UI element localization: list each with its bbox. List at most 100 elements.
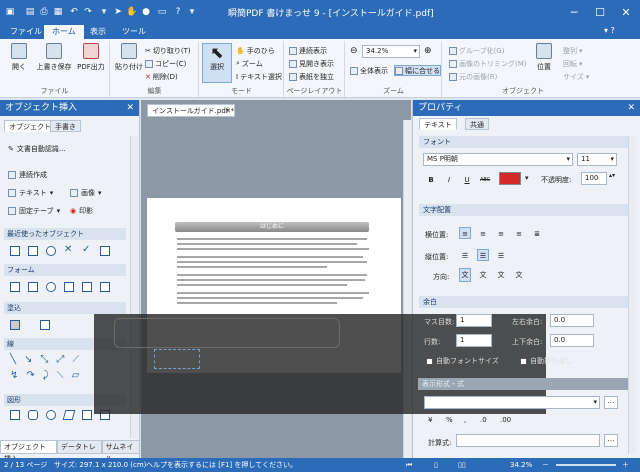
text-select-button[interactable]: I テキスト選択: [236, 71, 282, 82]
window-icon[interactable]: ▭: [156, 5, 168, 18]
auto-wrap-checkbox[interactable]: 自動折り返し: [520, 356, 572, 366]
stamp-button[interactable]: ◉ 印影: [70, 206, 93, 216]
whole-page-button[interactable]: 全体表示: [350, 65, 388, 76]
fill-icon[interactable]: [10, 320, 20, 330]
trim-image-button[interactable]: 画像のトリミング(M): [449, 58, 527, 69]
dropdown-icon[interactable]: ▾: [98, 5, 110, 18]
tab-common[interactable]: 共通: [465, 118, 489, 130]
yen-format[interactable]: ¥: [428, 416, 432, 424]
formula-input[interactable]: [456, 434, 600, 447]
rotated-text-2-icon[interactable]: 文: [513, 268, 525, 282]
tab-view[interactable]: 表示: [82, 25, 114, 39]
delete-button[interactable]: ✕ 削除(D): [145, 71, 178, 82]
rect-shape-icon[interactable]: [28, 246, 38, 256]
close-icon[interactable]: ✕: [126, 100, 134, 116]
selected-object[interactable]: [154, 349, 200, 369]
comma-format[interactable]: ,: [464, 416, 466, 424]
maximize-button[interactable]: ☐: [588, 3, 612, 21]
first-page-icon[interactable]: ⏮: [406, 458, 412, 472]
listbox-icon[interactable]: [64, 282, 74, 292]
zoom-in-icon[interactable]: ＋: [622, 458, 629, 472]
group-button[interactable]: グループ化(G): [449, 45, 504, 56]
checkbox-form-icon[interactable]: [28, 282, 38, 292]
text-shape-icon[interactable]: [10, 246, 20, 256]
underline-button[interactable]: U: [461, 173, 473, 185]
recent-objects-section[interactable]: 最近使ったオブジェクト: [4, 228, 126, 240]
hand-icon[interactable]: ✋: [126, 5, 138, 18]
rounded-rect-icon[interactable]: [28, 410, 38, 420]
auto-font-size-checkbox[interactable]: 自動フォントサイズ: [426, 356, 499, 366]
decimal-decrease-format[interactable]: .00: [500, 416, 511, 424]
check-mark-icon[interactable]: ✓: [82, 244, 90, 255]
align-button[interactable]: 整列 ▾: [563, 45, 583, 56]
circle-icon[interactable]: ●: [140, 5, 152, 18]
radio-form-icon[interactable]: [46, 282, 56, 292]
percent-format[interactable]: %: [446, 416, 453, 424]
spinner-icon[interactable]: ▴▾: [609, 172, 615, 179]
properties-scrollbar[interactable]: [628, 136, 636, 454]
rectangle-icon[interactable]: [10, 410, 20, 420]
align-distribute-icon[interactable]: ≣: [531, 227, 543, 239]
bottom-tab-thumbnails[interactable]: サムネイル: [101, 440, 141, 463]
tab-objects[interactable]: オブジェクト: [4, 120, 56, 132]
independent-cover-button[interactable]: 表紙を独立: [289, 71, 334, 82]
tab-file[interactable]: ファイル: [2, 25, 50, 39]
tab-home[interactable]: ホーム: [44, 25, 84, 39]
bottom-tab-data-tray[interactable]: データトレー: [56, 440, 102, 463]
single-page-icon[interactable]: ▯: [434, 458, 438, 472]
quick-access-dropdown-icon[interactable]: ▾: [186, 5, 198, 18]
pdf-output-button[interactable]: PDF出力: [74, 43, 108, 72]
lines-input[interactable]: 1: [456, 334, 492, 347]
font-size-combo[interactable]: 11 ▾: [577, 153, 617, 166]
position-button[interactable]: 位置: [529, 43, 559, 72]
rotate-button[interactable]: 回転 ▾: [563, 58, 583, 69]
font-color-swatch[interactable]: [499, 172, 521, 185]
text-insert-button[interactable]: テキスト ▾: [8, 188, 53, 198]
comment-shape-icon[interactable]: [100, 246, 110, 256]
hand-mode-button[interactable]: ✋ 手のひら: [236, 45, 275, 56]
align-right-icon[interactable]: ≡: [495, 227, 507, 239]
paste-button[interactable]: 貼り付け: [114, 43, 144, 72]
fixed-text-button[interactable]: 固定テーブ ▾: [8, 206, 60, 216]
original-image-button[interactable]: 元の画像(R): [449, 71, 497, 82]
margin-top-input[interactable]: 1: [456, 314, 492, 327]
font-name-combo[interactable]: MS P明朝 ▾: [423, 153, 573, 166]
cross-mark-icon[interactable]: ✕: [64, 244, 72, 255]
table-icon[interactable]: [40, 320, 50, 330]
combo-form-icon[interactable]: [82, 282, 92, 292]
two-page-icon[interactable]: ▯▯: [458, 458, 466, 472]
cut-button[interactable]: ✂ 切り取り(T): [145, 45, 191, 56]
grid-icon[interactable]: ▦: [52, 5, 64, 18]
format-browse-button[interactable]: …: [604, 396, 618, 409]
continuous-create-checkbox[interactable]: 連続作成: [8, 170, 47, 180]
line-tools-row-1[interactable]: ╲↘⤡⤢⟋: [10, 354, 87, 365]
facing-button[interactable]: 見開き表示: [289, 58, 334, 69]
ellipse-shape-icon[interactable]: [46, 246, 56, 256]
auto-recognize-button[interactable]: ✎ 文書自動認識...: [8, 144, 66, 154]
pointer-icon[interactable]: ➤: [112, 5, 124, 18]
bottom-tab-object-insert[interactable]: オブジェクト挿入: [0, 440, 57, 463]
fill-section[interactable]: 塗込: [4, 302, 126, 314]
close-button[interactable]: ✕: [614, 3, 638, 21]
open-button[interactable]: 開く: [4, 43, 34, 72]
redo-icon[interactable]: ↷: [82, 5, 94, 18]
image-insert-button[interactable]: 画像 ▾: [70, 188, 102, 198]
zoom-out-icon[interactable]: ⊖: [350, 46, 358, 56]
horizontal-text-icon[interactable]: 文: [459, 268, 471, 282]
valign-bottom-icon[interactable]: ☰: [495, 249, 507, 261]
close-icon[interactable]: ✕: [225, 105, 231, 117]
strikethrough-button[interactable]: ABC: [479, 173, 491, 185]
valign-top-icon[interactable]: ☰: [459, 249, 471, 261]
size-button[interactable]: サイズ ▾: [563, 71, 589, 82]
zoom-mode-button[interactable]: ⌕ ズーム: [236, 58, 263, 69]
valign-middle-icon[interactable]: ☰: [477, 249, 489, 261]
ribbon-options-icon[interactable]: ▾ ?: [604, 26, 615, 35]
tab-text[interactable]: テキスト: [419, 118, 457, 130]
top-bottom-margin-input[interactable]: 0.0: [550, 334, 594, 347]
zoom-slider[interactable]: [556, 464, 616, 466]
italic-button[interactable]: I: [443, 173, 455, 185]
polygon-icon[interactable]: [82, 410, 92, 420]
chevron-down-icon[interactable]: ▾: [525, 174, 529, 182]
zoom-in-icon[interactable]: ⊕: [424, 46, 432, 56]
fit-width-button[interactable]: 幅に合せる: [394, 65, 441, 76]
